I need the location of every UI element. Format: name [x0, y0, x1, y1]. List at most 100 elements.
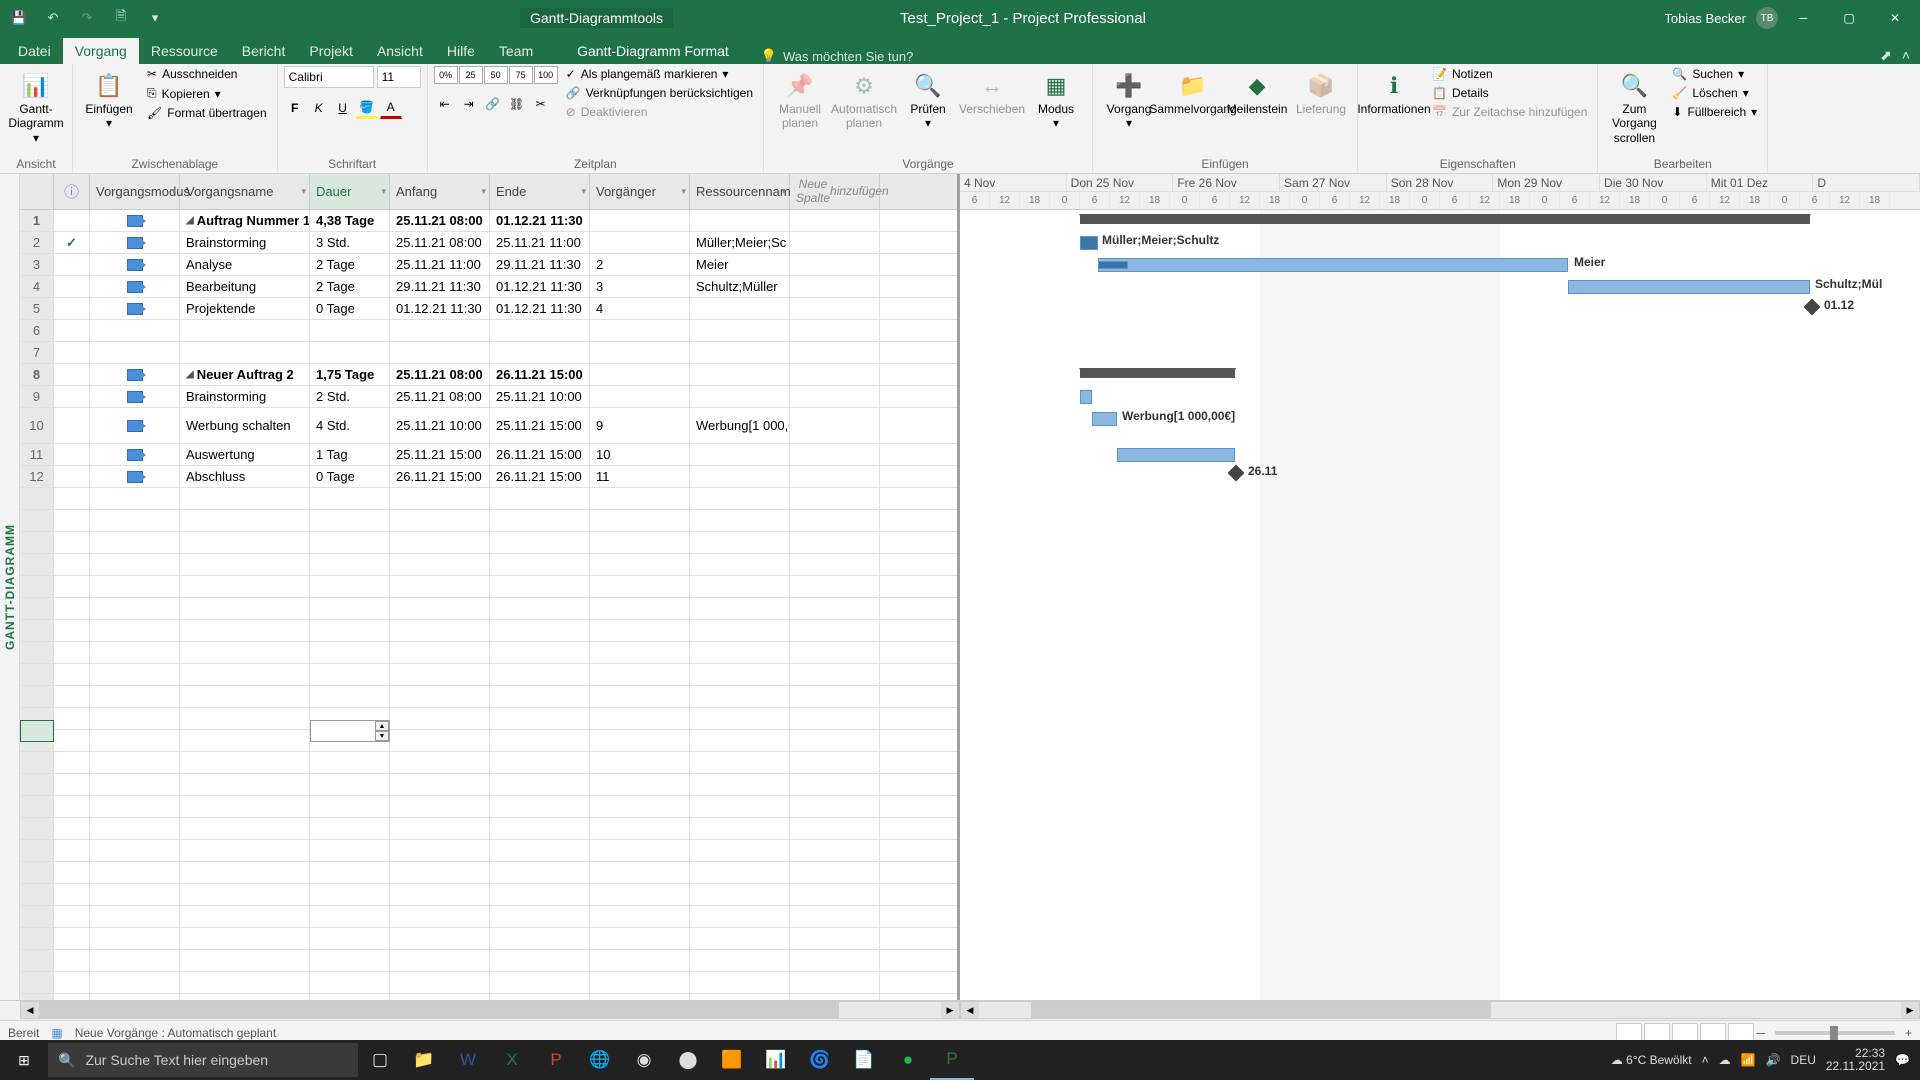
move-button[interactable]: ↔Verschieben	[962, 66, 1022, 120]
explorer-icon[interactable]: 📁	[402, 1040, 446, 1080]
notepad-icon[interactable]: 📄	[842, 1040, 886, 1080]
tab-hilfe[interactable]: Hilfe	[435, 38, 487, 64]
pct-75[interactable]: 75	[509, 66, 533, 84]
cell-resources[interactable]	[690, 386, 790, 407]
project-icon[interactable]: P	[930, 1040, 974, 1080]
table-row[interactable]	[20, 598, 957, 620]
table-row[interactable]	[20, 532, 957, 554]
cell-name[interactable]: Bearbeitung	[180, 276, 310, 297]
table-row[interactable]: 1◢Auftrag Nummer 14,38 Tage25.11.21 08:0…	[20, 210, 957, 232]
gantt-bar[interactable]	[1117, 448, 1235, 462]
gantt-bar[interactable]	[1092, 412, 1117, 426]
underline-button[interactable]: U	[332, 97, 354, 119]
row-header[interactable]: 6	[20, 320, 54, 341]
cell-info[interactable]	[54, 364, 90, 385]
cell-name[interactable]: ◢Neuer Auftrag 2	[180, 364, 310, 385]
cell-name[interactable]: Brainstorming	[180, 386, 310, 407]
edge-icon[interactable]: 🌀	[798, 1040, 842, 1080]
cell-info[interactable]	[54, 444, 90, 465]
cell-predecessors[interactable]: 9	[590, 408, 690, 443]
gantt-milestone[interactable]	[1228, 465, 1245, 482]
row-header[interactable]: 9	[20, 386, 54, 407]
row-header[interactable]: 11	[20, 444, 54, 465]
font-family-select[interactable]	[284, 66, 374, 88]
cell-duration[interactable]: 2 Tage	[310, 254, 390, 275]
table-row[interactable]	[20, 840, 957, 862]
table-row[interactable]: 7	[20, 342, 957, 364]
spin-down-icon[interactable]: ▼	[375, 731, 389, 741]
cell-predecessors[interactable]: 11	[590, 466, 690, 487]
table-row[interactable]	[20, 862, 957, 884]
row-header[interactable]: 10	[20, 408, 54, 443]
row-header[interactable]: 1	[20, 210, 54, 231]
table-row[interactable]	[20, 576, 957, 598]
cell-duration[interactable]: 3 Std.	[310, 232, 390, 253]
cell-duration[interactable]: 2 Std.	[310, 386, 390, 407]
redo-icon[interactable]: ↷	[74, 5, 100, 31]
wifi-icon[interactable]: 📶	[1741, 1053, 1756, 1067]
col-end[interactable]: Ende▾	[490, 174, 590, 209]
inspect-button[interactable]: 🔍Prüfen▾	[898, 66, 958, 135]
cell-end[interactable]: 01.12.21 11:30	[490, 276, 590, 297]
gantt-bar[interactable]	[1080, 390, 1092, 404]
view-sidebar[interactable]: GANTT-DIAGRAMM	[0, 174, 20, 1000]
cell-mode[interactable]	[90, 298, 180, 319]
gantt-milestone[interactable]	[1804, 299, 1821, 316]
indent-button[interactable]: ⇥	[458, 93, 480, 115]
cell-info[interactable]	[54, 320, 90, 341]
tray-chevron-icon[interactable]: ˄	[1702, 1053, 1709, 1067]
cell-end[interactable]: 25.11.21 10:00	[490, 386, 590, 407]
cell-predecessors[interactable]	[590, 210, 690, 231]
cut-button[interactable]: ✂Ausschneiden	[143, 66, 271, 82]
ribbon-display-icon[interactable]: ⬈	[1880, 47, 1892, 64]
pct-50[interactable]: 50	[484, 66, 508, 84]
zoom-slider[interactable]	[1775, 1031, 1895, 1035]
table-row[interactable]	[20, 950, 957, 972]
cell-duration[interactable]	[310, 342, 390, 363]
obs-icon[interactable]: ⬤	[666, 1040, 710, 1080]
duration-input[interactable]	[311, 721, 371, 741]
cell-start[interactable]: 29.11.21 11:30	[390, 276, 490, 297]
cell-start[interactable]: 26.11.21 15:00	[390, 466, 490, 487]
user-avatar[interactable]: TB	[1756, 7, 1778, 29]
minimize-button[interactable]: ─	[1782, 3, 1824, 33]
table-row[interactable]	[20, 664, 957, 686]
cell-info[interactable]	[54, 342, 90, 363]
information-button[interactable]: ℹInformationen	[1364, 66, 1424, 120]
table-row[interactable]: 11Auswertung1 Tag25.11.21 15:0026.11.21 …	[20, 444, 957, 466]
cell-end[interactable]: 25.11.21 11:00	[490, 232, 590, 253]
active-cell-editor[interactable]: ▲▼	[310, 720, 390, 742]
row-header[interactable]: 12	[20, 466, 54, 487]
row-header[interactable]: 5	[20, 298, 54, 319]
cell-start[interactable]: 25.11.21 08:00	[390, 386, 490, 407]
cell-predecessors[interactable]	[590, 320, 690, 341]
bold-button[interactable]: F	[284, 97, 306, 119]
clear-button[interactable]: 🧹Löschen▾	[1668, 85, 1761, 101]
cell-resources[interactable]	[690, 466, 790, 487]
table-row[interactable]: 10Werbung schalten4 Std.25.11.21 10:0025…	[20, 408, 957, 444]
cell-info[interactable]	[54, 408, 90, 443]
unlink-tasks-button[interactable]: ⛓	[506, 93, 528, 115]
cell-predecessors[interactable]: 3	[590, 276, 690, 297]
row-header[interactable]: 7	[20, 342, 54, 363]
scroll-to-task-button[interactable]: 🔍Zum Vorgang scrollen	[1604, 66, 1664, 149]
table-row[interactable]: 6	[20, 320, 957, 342]
format-painter-button[interactable]: 🖌Format übertragen	[143, 105, 271, 121]
col-add-new[interactable]: Neue Spaltehinzufügen	[790, 174, 880, 209]
table-row[interactable]	[20, 730, 957, 752]
pct-100[interactable]: 100	[534, 66, 558, 84]
cell-mode[interactable]	[90, 364, 180, 385]
undo-icon[interactable]: ↶	[40, 5, 66, 31]
pct-25[interactable]: 25	[459, 66, 483, 84]
cell-name[interactable]: Abschluss	[180, 466, 310, 487]
auto-schedule-button[interactable]: ⚙Automatisch planen	[834, 66, 894, 135]
cell-end[interactable]	[490, 342, 590, 363]
excel-icon[interactable]: X	[490, 1040, 534, 1080]
cell-start[interactable]: 25.11.21 08:00	[390, 232, 490, 253]
cell-predecessors[interactable]: 2	[590, 254, 690, 275]
cell-resources[interactable]	[690, 444, 790, 465]
table-row[interactable]	[20, 554, 957, 576]
tab-projekt[interactable]: Projekt	[297, 38, 365, 64]
cell-info[interactable]	[54, 254, 90, 275]
select-all-corner[interactable]	[20, 174, 54, 209]
